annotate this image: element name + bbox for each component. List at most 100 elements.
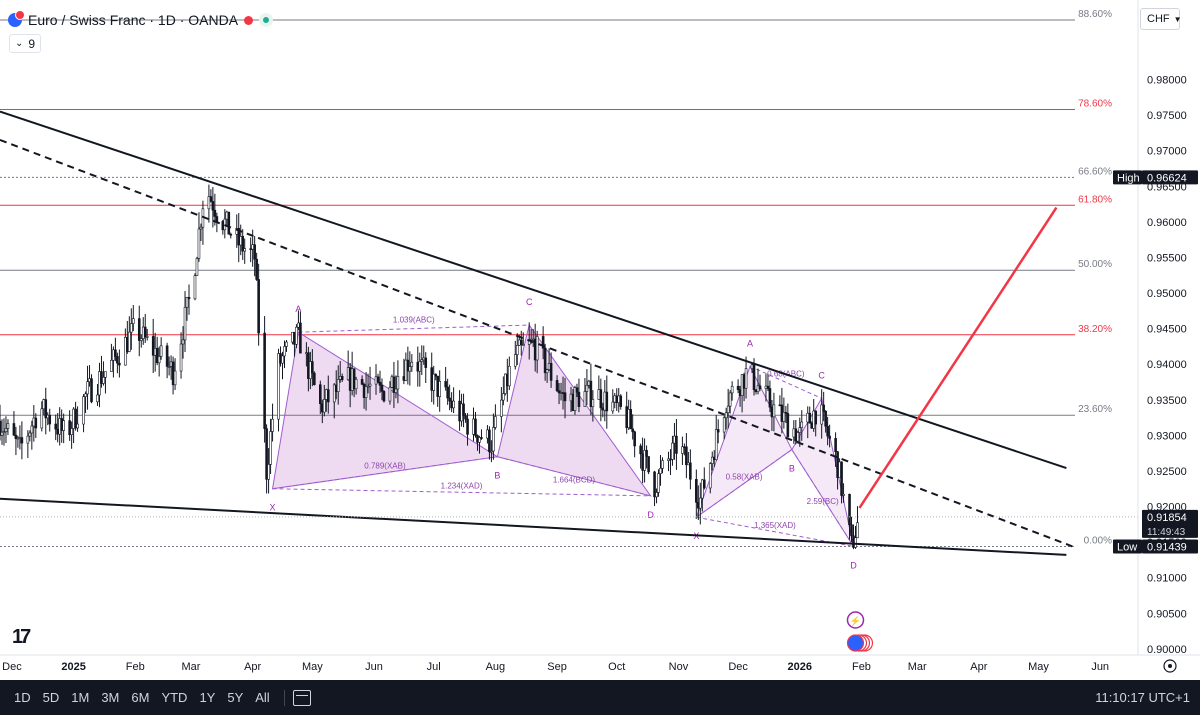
candle-body (545, 369, 549, 374)
candle-body (577, 391, 581, 407)
timeframe-button-ytd[interactable]: YTD (155, 690, 193, 705)
timeframe-button-all[interactable]: All (249, 690, 275, 705)
candle-body (661, 460, 664, 469)
candle-body (708, 463, 712, 489)
timeframe-button-1d[interactable]: 1D (8, 690, 37, 705)
candle-body (814, 410, 817, 425)
price-tag-value: 0.91854 (1147, 512, 1187, 524)
time-tick-label: Jul (427, 661, 441, 673)
time-tick-label: 2026 (788, 661, 812, 673)
candle-body (382, 391, 386, 402)
price-tag[interactable]: 0.91854 11:49:43 (1142, 509, 1198, 538)
fib-level-label: 23.60% (1078, 404, 1112, 415)
candle-body (6, 423, 10, 429)
timeframe-button-5d[interactable]: 5D (37, 690, 66, 705)
economic-event-icon[interactable] (846, 634, 865, 652)
candle-body (354, 379, 358, 390)
pattern-point-label: C (818, 370, 825, 380)
fib-level-label: 0.00% (1084, 535, 1112, 546)
candle-body (313, 372, 316, 385)
pattern-ratio-label: 2.59(BC) (807, 497, 839, 506)
candle-body (480, 437, 483, 439)
candle-body (500, 399, 503, 417)
candle-body (462, 403, 465, 417)
indicators-toggle[interactable]: ⌄ 9 (9, 34, 42, 53)
candle-body (159, 345, 163, 357)
candle-body (474, 418, 477, 436)
timeframe-button-1m[interactable]: 1M (65, 690, 95, 705)
price-tick-label: 0.90500 (1147, 608, 1187, 620)
candle-body (380, 385, 384, 392)
candle-body (326, 389, 330, 403)
time-tick-label: Sep (547, 661, 567, 673)
utc-clock[interactable]: 11:10:17 UTC+1 (1095, 680, 1190, 715)
timeframe-button-5y[interactable]: 5Y (221, 690, 249, 705)
candle-body (659, 468, 662, 474)
candle-body (173, 370, 177, 386)
candle-body (611, 401, 615, 412)
timeframe-button-3m[interactable]: 3M (95, 690, 125, 705)
candle-body (20, 437, 24, 444)
candle-body (26, 435, 30, 444)
candle-body (269, 431, 272, 465)
candle-body (631, 428, 634, 433)
pattern-point-label: C (526, 297, 533, 307)
candle-body (285, 341, 288, 347)
candle-body (130, 323, 133, 333)
candle-body (563, 392, 567, 402)
time-tick-label: Feb (852, 661, 871, 673)
candle-body (197, 228, 201, 259)
pattern-ratio-label: 0.58(XAB) (726, 472, 763, 481)
candle-body (828, 435, 831, 439)
candle-body (110, 359, 113, 372)
candle-body (319, 384, 322, 404)
candle-body (213, 209, 217, 217)
price-tag-prefix: Low (1117, 541, 1137, 553)
candle-body (452, 400, 455, 409)
toolbar-divider (283, 689, 285, 706)
candle-body (822, 404, 825, 412)
candle-body (394, 388, 398, 393)
candle-body (685, 446, 688, 466)
candle-body (585, 384, 589, 392)
symbol-header[interactable]: Euro / Swiss Franc · 1D · OANDA (8, 9, 274, 31)
candle-body (28, 432, 32, 437)
time-tick-label: Dec (2, 661, 22, 673)
price-chart[interactable]: 88.60% 78.60% 66.60% 61.80% 50.00% 38.20% 23.6… (0, 0, 1200, 680)
candle-body (432, 373, 436, 391)
tradingview-logo[interactable]: 17 (12, 626, 31, 649)
candle-body (848, 493, 851, 525)
candle-body (12, 423, 16, 436)
candle-body (695, 479, 698, 503)
candle-body (826, 425, 829, 437)
candle-body (34, 417, 38, 429)
candle-body (229, 233, 233, 236)
symbol-flag-icon (8, 10, 25, 27)
fib-level-label: 66.60% (1078, 166, 1112, 177)
price-axis[interactable]: 0.980000.975000.970000.965000.960000.955… (1137, 0, 1200, 680)
candle-body (800, 421, 804, 428)
candle-body (4, 428, 8, 432)
candle-body (360, 379, 364, 385)
time-tick-label: Dec (728, 661, 748, 673)
candle-body (796, 432, 800, 442)
candle-body (209, 196, 213, 202)
timeframe-button-1y[interactable]: 1Y (193, 690, 221, 705)
timeframe-button-6m[interactable]: 6M (125, 690, 155, 705)
candle-body (599, 389, 603, 409)
price-tag[interactable]: Low 0.91439 (1113, 539, 1198, 554)
candle-body (396, 376, 400, 390)
price-tick-label: 0.93500 (1147, 395, 1187, 407)
currency-selector[interactable]: CHF ▼ (1140, 8, 1182, 30)
price-tag-value: 0.96624 (1147, 172, 1187, 184)
date-range-icon[interactable] (292, 689, 311, 706)
symbol-title[interactable]: Euro / Swiss Franc · 1D · OANDA (28, 12, 238, 28)
candle-body (165, 345, 169, 367)
candle-body (647, 456, 650, 473)
candle-body (702, 479, 706, 489)
market-status-icon[interactable] (259, 13, 274, 27)
time-tick-label: Feb (126, 661, 145, 673)
price-tag[interactable]: High 0.96624 (1113, 170, 1198, 185)
pattern-point-label: B (494, 471, 500, 481)
candle-body (575, 387, 579, 393)
